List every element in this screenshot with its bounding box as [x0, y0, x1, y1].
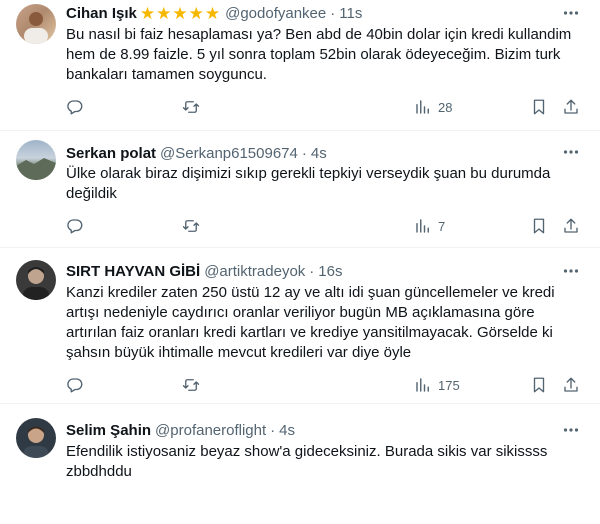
- user-handle[interactable]: @artiktradeyok: [204, 263, 305, 280]
- share-icon: [564, 218, 578, 233]
- star-icon: ★: [188, 3, 204, 23]
- star-emojis: ★ ★ ★ ★ ★: [140, 5, 221, 22]
- action-bar: 175: [66, 375, 586, 395]
- tweet[interactable]: Cihan Işık ★ ★ ★ ★ ★ @godofyankee · 11s Bu n…: [0, 0, 600, 131]
- reply-icon: [67, 219, 83, 234]
- user-name[interactable]: SIRT HAYVAN GİBİ: [66, 263, 200, 280]
- user-name[interactable]: Serkan polat: [66, 145, 156, 162]
- tweet-header: Selim Şahin @profaneroflight · 4s: [66, 419, 580, 441]
- user-handle[interactable]: @godofyankee: [225, 5, 326, 22]
- bookmark-icon: [533, 99, 545, 115]
- tweet-text: Bu nasıl bi faiz hesaplaması ya? Ben abd…: [66, 26, 572, 83]
- share-button[interactable]: [562, 216, 580, 236]
- bookmark-button[interactable]: [530, 216, 548, 236]
- user-name[interactable]: Selim Şahin: [66, 422, 151, 439]
- separator: ·: [330, 4, 336, 22]
- share-button[interactable]: [562, 375, 580, 395]
- separator: ·: [309, 262, 315, 280]
- share-icon: [564, 99, 578, 114]
- more-dots-icon[interactable]: [562, 262, 580, 280]
- avatar[interactable]: [16, 4, 56, 44]
- more-dots-icon[interactable]: [562, 4, 580, 22]
- action-bar: 7: [66, 216, 586, 236]
- star-icon: ★: [156, 3, 172, 23]
- tweet[interactable]: Selim Şahin @profaneroflight · 4s Efendi…: [0, 404, 600, 524]
- timestamp[interactable]: 4s: [311, 145, 327, 162]
- views-chart-icon: [416, 219, 429, 233]
- avatar[interactable]: [16, 140, 56, 180]
- bookmark-button[interactable]: [530, 97, 548, 117]
- timestamp[interactable]: 4s: [279, 422, 295, 439]
- more-dots-icon[interactable]: [562, 421, 580, 439]
- tweet-header: Serkan polat @Serkanp61509674 · 4s: [66, 142, 580, 164]
- more-dots-icon[interactable]: [562, 143, 580, 161]
- reply-button[interactable]: [66, 216, 84, 236]
- user-name[interactable]: Cihan Işık: [66, 5, 137, 22]
- tweet[interactable]: SIRT HAYVAN GİBİ @artiktradeyok · 16s Ka…: [0, 248, 600, 404]
- views-button[interactable]: 28: [414, 97, 452, 117]
- share-icon: [564, 377, 578, 392]
- bookmark-button[interactable]: [530, 375, 548, 395]
- reply-button[interactable]: [66, 97, 84, 117]
- timestamp[interactable]: 11s: [339, 5, 362, 22]
- retweet-icon: [182, 220, 200, 232]
- bookmark-icon: [533, 218, 545, 234]
- bookmark-icon: [533, 377, 545, 393]
- star-icon: ★: [139, 3, 156, 23]
- retweet-icon: [182, 101, 200, 113]
- views-count: 175: [438, 377, 460, 393]
- views-count: 7: [438, 218, 446, 234]
- tweet-text: Ülke olarak biraz dişimizi sıkıp gerekli…: [66, 165, 551, 202]
- reply-icon: [67, 100, 83, 115]
- user-handle[interactable]: @Serkanp61509674: [160, 145, 298, 162]
- retweet-button[interactable]: [182, 375, 200, 395]
- tweet-text: Efendilik istiyosaniz beyaz show'a gidec…: [66, 443, 548, 480]
- views-button[interactable]: 7: [414, 216, 445, 236]
- timestamp[interactable]: 16s: [318, 263, 342, 280]
- star-icon: ★: [204, 3, 221, 23]
- avatar[interactable]: [16, 260, 56, 300]
- reply-icon: [67, 378, 83, 393]
- tweet[interactable]: Serkan polat @Serkanp61509674 · 4s Ülke …: [0, 131, 600, 248]
- separator: ·: [301, 144, 307, 162]
- views-chart-icon: [416, 378, 429, 392]
- retweet-icon: [182, 379, 200, 391]
- tweet-text: Kanzi krediler zaten 250 üstü 12 ay ve a…: [66, 284, 555, 361]
- action-bar: 28: [66, 97, 586, 117]
- star-icon: ★: [172, 3, 188, 23]
- views-count: 28: [438, 99, 453, 115]
- retweet-button[interactable]: [182, 97, 200, 117]
- share-button[interactable]: [562, 97, 580, 117]
- avatar[interactable]: [16, 418, 56, 458]
- tweet-header: SIRT HAYVAN GİBİ @artiktradeyok · 16s: [66, 260, 580, 282]
- reply-button[interactable]: [66, 375, 84, 395]
- retweet-button[interactable]: [182, 216, 200, 236]
- user-handle[interactable]: @profaneroflight: [155, 422, 266, 439]
- views-chart-icon: [416, 100, 429, 114]
- separator: ·: [270, 421, 276, 439]
- tweet-header: Cihan Işık ★ ★ ★ ★ ★ @godofyankee · 11s: [66, 2, 580, 24]
- views-button[interactable]: 175: [414, 375, 460, 395]
